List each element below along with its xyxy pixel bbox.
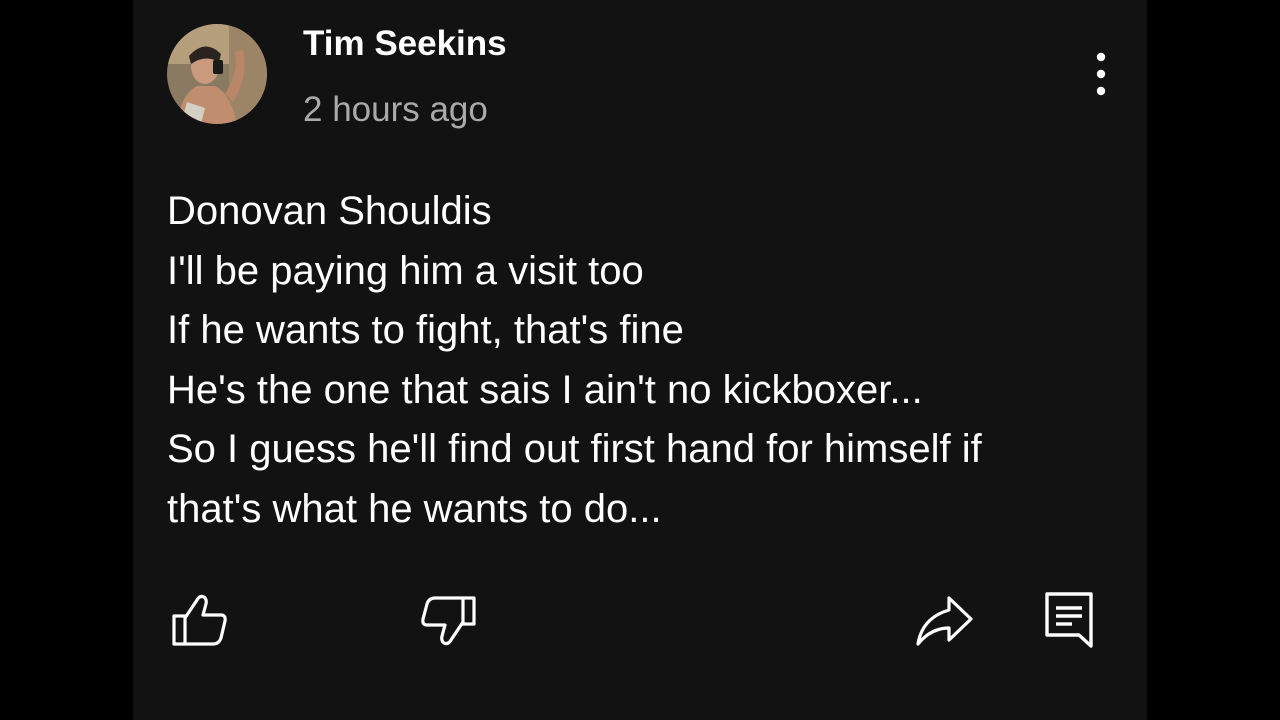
comment-timestamp: 2 hours ago: [303, 90, 488, 129]
thumbs-down-icon: [421, 596, 476, 646]
dislike-button[interactable]: [419, 588, 479, 652]
reply-comment-icon: [1045, 592, 1093, 648]
like-button[interactable]: [169, 588, 229, 652]
comment-author[interactable]: Tim Seekins: [303, 22, 507, 66]
avatar-image: [167, 24, 267, 124]
share-icon: [916, 596, 973, 646]
comment-card: Tim Seekins 2 hours ago Donovan Shouldis…: [133, 0, 1147, 720]
comment-line: I'll be paying him a visit too: [167, 248, 644, 293]
more-vertical-icon: [1096, 52, 1106, 96]
comment-line: If he wants to fight, that's fine: [167, 308, 684, 352]
comment-line: He's the one that sais I ain't no kickbo…: [167, 367, 923, 412]
comment-line: that's what he wants to do...: [167, 486, 662, 531]
comment-line: So I guess he'll find out first hand for…: [167, 427, 982, 471]
comment-body: Donovan Shouldis I'll be paying him a vi…: [167, 182, 1127, 539]
comment-line: Donovan Shouldis: [167, 189, 492, 233]
avatar[interactable]: [167, 24, 267, 124]
share-button[interactable]: [913, 588, 973, 652]
more-options-button[interactable]: [1081, 50, 1121, 100]
thumbs-up-icon: [172, 594, 227, 646]
reply-button[interactable]: [1039, 588, 1099, 652]
